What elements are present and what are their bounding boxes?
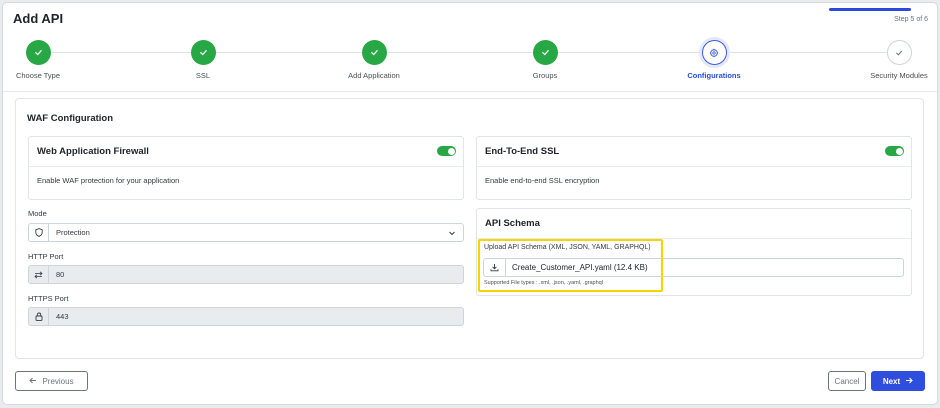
mode-label: Mode [28, 209, 47, 218]
previous-button[interactable]: Previous [15, 371, 88, 391]
mode-select[interactable]: Protection [28, 223, 464, 242]
section-title: WAF Configuration [27, 113, 114, 124]
arrows-exchange-icon [29, 266, 49, 283]
step-groups[interactable]: Groups [485, 40, 605, 80]
step-add-application[interactable]: Add Application [314, 40, 434, 80]
step-label: SSL [195, 71, 211, 80]
step-indicator: Step 5 of 6 [894, 16, 928, 23]
next-label: Next [882, 376, 901, 386]
lock-icon [29, 308, 49, 325]
step-choose-type[interactable]: Choose Type [0, 40, 98, 80]
ssl-card-description: Enable end-to-end SSL encryption [485, 176, 600, 185]
https-port-input[interactable]: 443 [28, 307, 464, 326]
api-schema-title: API Schema [485, 218, 540, 229]
step-configurations[interactable]: Configurations [654, 40, 774, 80]
step-ssl[interactable]: SSL [143, 40, 263, 80]
ssl-card-title: End-To-End SSL [485, 146, 560, 157]
waf-card: Web Application Firewall Enable WAF prot… [28, 136, 464, 200]
shield-icon [29, 224, 49, 241]
arrow-left-icon [29, 377, 37, 386]
check-icon [190, 40, 216, 65]
http-port-value: 80 [56, 270, 65, 279]
https-port-value: 443 [56, 312, 69, 321]
step-label: Groups [532, 71, 558, 80]
mode-value: Protection [56, 228, 90, 237]
step-label: Security Modules [870, 71, 928, 80]
check-icon [532, 40, 558, 65]
check-icon [25, 40, 51, 65]
arrow-right-icon [905, 377, 913, 386]
step-security-modules[interactable]: Security Modules [839, 40, 940, 80]
step-label: Choose Type [15, 71, 61, 80]
http-port-label: HTTP Port [28, 252, 64, 261]
https-port-label: HTTPS Port [28, 294, 69, 303]
progress-bar [829, 8, 911, 11]
http-port-input[interactable]: 80 [28, 265, 464, 284]
cancel-button[interactable]: Cancel [828, 371, 866, 391]
previous-label: Previous [42, 376, 74, 386]
page-title: Add API [13, 11, 64, 26]
gear-icon [701, 40, 727, 65]
next-button[interactable]: Next [871, 371, 925, 391]
check-icon [361, 40, 387, 65]
ssl-toggle[interactable] [885, 146, 904, 156]
waf-card-title: Web Application Firewall [37, 146, 149, 157]
chevron-down-icon [448, 229, 456, 239]
divider [3, 91, 937, 92]
waf-toggle[interactable] [437, 146, 456, 156]
highlight-box [478, 239, 663, 292]
check-icon [886, 40, 912, 65]
step-label: Configurations [687, 71, 741, 80]
ssl-card: End-To-End SSL Enable end-to-end SSL enc… [476, 136, 912, 200]
step-label: Add Application [348, 71, 400, 80]
waf-card-description: Enable WAF protection for your applicati… [37, 176, 180, 185]
